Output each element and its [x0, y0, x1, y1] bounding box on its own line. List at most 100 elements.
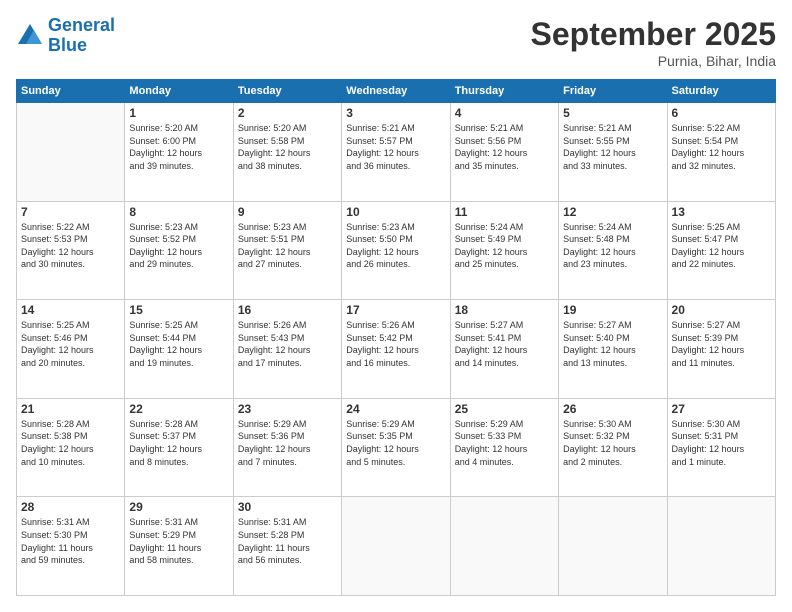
header: General Blue September 2025 Purnia, Biha…	[16, 16, 776, 69]
calendar-cell: 26 Sunrise: 5:30 AM Sunset: 5:32 PM Dayli…	[559, 398, 667, 497]
weekday-header: Tuesday	[233, 80, 341, 103]
calendar-cell	[450, 497, 558, 596]
calendar-cell: 2 Sunrise: 5:20 AM Sunset: 5:58 PM Daylig…	[233, 103, 341, 202]
calendar-cell: 28Sunrise: 5:31 AM Sunset: 5:30 PM Dayli…	[17, 497, 125, 596]
day-info: Sunrise: 5:27 AM Sunset: 5:39 PM Dayligh…	[672, 319, 771, 369]
day-number: 29	[129, 500, 228, 514]
logo-line2: Blue	[48, 35, 87, 55]
day-info: Sunrise: 5:24 AM Sunset: 5:49 PM Dayligh…	[455, 221, 554, 271]
weekday-header: Saturday	[667, 80, 775, 103]
calendar-cell: 22Sunrise: 5:28 AM Sunset: 5:37 PM Dayli…	[125, 398, 233, 497]
calendar-cell: 10 Sunrise: 5:23 AM Sunset: 5:50 PM Dayli…	[342, 201, 450, 300]
location: Purnia, Bihar, India	[531, 53, 776, 69]
day-info: Sunrise: 5:29 AM Sunset: 5:35 PM Dayligh…	[346, 418, 445, 468]
weekday-header: Thursday	[450, 80, 558, 103]
day-number: 7	[21, 205, 120, 219]
day-info: Sunrise: 5:30 AM Sunset: 5:32 PM Dayligh…	[563, 418, 662, 468]
calendar-cell	[559, 497, 667, 596]
calendar-cell: 7 Sunrise: 5:22 AM Sunset: 5:53 PM Daylig…	[17, 201, 125, 300]
day-number: 20	[672, 303, 771, 317]
day-number: 10	[346, 205, 445, 219]
calendar-cell: 24 Sunrise: 5:29 AM Sunset: 5:35 PM Dayli…	[342, 398, 450, 497]
day-info: Sunrise: 5:28 AM Sunset: 5:38 PM Dayligh…	[21, 418, 120, 468]
calendar-cell: 9 Sunrise: 5:23 AM Sunset: 5:51 PM Daylig…	[233, 201, 341, 300]
logo-icon	[16, 22, 44, 50]
day-number: 14	[21, 303, 120, 317]
day-info: Sunrise: 5:27 AM Sunset: 5:41 PM Dayligh…	[455, 319, 554, 369]
calendar-cell: 5 Sunrise: 5:21 AM Sunset: 5:55 PM Daylig…	[559, 103, 667, 202]
day-number: 21	[21, 402, 120, 416]
day-info: Sunrise: 5:20 AM Sunset: 5:58 PM Dayligh…	[238, 122, 337, 172]
day-info: Sunrise: 5:24 AM Sunset: 5:48 PM Dayligh…	[563, 221, 662, 271]
calendar-cell	[342, 497, 450, 596]
day-number: 19	[563, 303, 662, 317]
day-number: 24	[346, 402, 445, 416]
day-number: 23	[238, 402, 337, 416]
calendar-cell: 16Sunrise: 5:26 AM Sunset: 5:43 PM Dayli…	[233, 300, 341, 399]
weekday-header: Sunday	[17, 80, 125, 103]
calendar-header-row: SundayMondayTuesdayWednesdayThursdayFrid…	[17, 80, 776, 103]
day-number: 9	[238, 205, 337, 219]
calendar-cell: 6 Sunrise: 5:22 AM Sunset: 5:54 PM Daylig…	[667, 103, 775, 202]
page: General Blue September 2025 Purnia, Biha…	[0, 0, 792, 612]
day-info: Sunrise: 5:31 AM Sunset: 5:28 PM Dayligh…	[238, 516, 337, 566]
calendar-cell: 1 Sunrise: 5:20 AM Sunset: 6:00 PM Daylig…	[125, 103, 233, 202]
calendar-week-row: 7 Sunrise: 5:22 AM Sunset: 5:53 PM Daylig…	[17, 201, 776, 300]
day-number: 2	[238, 106, 337, 120]
day-number: 4	[455, 106, 554, 120]
calendar-cell: 29Sunrise: 5:31 AM Sunset: 5:29 PM Dayli…	[125, 497, 233, 596]
calendar-table: SundayMondayTuesdayWednesdayThursdayFrid…	[16, 79, 776, 596]
day-info: Sunrise: 5:22 AM Sunset: 5:54 PM Dayligh…	[672, 122, 771, 172]
calendar-week-row: 21 Sunrise: 5:28 AM Sunset: 5:38 PM Dayli…	[17, 398, 776, 497]
day-info: Sunrise: 5:25 AM Sunset: 5:47 PM Dayligh…	[672, 221, 771, 271]
calendar-cell: 17Sunrise: 5:26 AM Sunset: 5:42 PM Dayli…	[342, 300, 450, 399]
calendar-cell: 23Sunrise: 5:29 AM Sunset: 5:36 PM Dayli…	[233, 398, 341, 497]
day-info: Sunrise: 5:23 AM Sunset: 5:50 PM Dayligh…	[346, 221, 445, 271]
weekday-header: Friday	[559, 80, 667, 103]
calendar-cell: 3 Sunrise: 5:21 AM Sunset: 5:57 PM Daylig…	[342, 103, 450, 202]
day-info: Sunrise: 5:21 AM Sunset: 5:57 PM Dayligh…	[346, 122, 445, 172]
calendar-cell: 18Sunrise: 5:27 AM Sunset: 5:41 PM Dayli…	[450, 300, 558, 399]
day-info: Sunrise: 5:31 AM Sunset: 5:30 PM Dayligh…	[21, 516, 120, 566]
day-info: Sunrise: 5:30 AM Sunset: 5:31 PM Dayligh…	[672, 418, 771, 468]
day-number: 6	[672, 106, 771, 120]
calendar-cell: 27 Sunrise: 5:30 AM Sunset: 5:31 PM Dayli…	[667, 398, 775, 497]
month-title: September 2025	[531, 16, 776, 53]
day-number: 5	[563, 106, 662, 120]
day-info: Sunrise: 5:20 AM Sunset: 6:00 PM Dayligh…	[129, 122, 228, 172]
day-info: Sunrise: 5:25 AM Sunset: 5:44 PM Dayligh…	[129, 319, 228, 369]
weekday-header: Monday	[125, 80, 233, 103]
logo-line1: General	[48, 15, 115, 35]
calendar-week-row: 28Sunrise: 5:31 AM Sunset: 5:30 PM Dayli…	[17, 497, 776, 596]
day-number: 26	[563, 402, 662, 416]
day-number: 12	[563, 205, 662, 219]
day-number: 3	[346, 106, 445, 120]
title-block: September 2025 Purnia, Bihar, India	[531, 16, 776, 69]
day-number: 13	[672, 205, 771, 219]
calendar-cell: 8Sunrise: 5:23 AM Sunset: 5:52 PM Daylig…	[125, 201, 233, 300]
day-info: Sunrise: 5:23 AM Sunset: 5:51 PM Dayligh…	[238, 221, 337, 271]
weekday-header: Wednesday	[342, 80, 450, 103]
logo-text: General Blue	[48, 16, 115, 56]
calendar-week-row: 14 Sunrise: 5:25 AM Sunset: 5:46 PM Dayli…	[17, 300, 776, 399]
day-number: 15	[129, 303, 228, 317]
day-number: 17	[346, 303, 445, 317]
calendar-cell: 11Sunrise: 5:24 AM Sunset: 5:49 PM Dayli…	[450, 201, 558, 300]
day-number: 30	[238, 500, 337, 514]
calendar-cell	[17, 103, 125, 202]
calendar-cell: 14 Sunrise: 5:25 AM Sunset: 5:46 PM Dayli…	[17, 300, 125, 399]
day-info: Sunrise: 5:21 AM Sunset: 5:56 PM Dayligh…	[455, 122, 554, 172]
day-info: Sunrise: 5:21 AM Sunset: 5:55 PM Dayligh…	[563, 122, 662, 172]
calendar-cell: 25Sunrise: 5:29 AM Sunset: 5:33 PM Dayli…	[450, 398, 558, 497]
day-number: 1	[129, 106, 228, 120]
day-info: Sunrise: 5:25 AM Sunset: 5:46 PM Dayligh…	[21, 319, 120, 369]
day-info: Sunrise: 5:28 AM Sunset: 5:37 PM Dayligh…	[129, 418, 228, 468]
day-number: 8	[129, 205, 228, 219]
calendar-cell: 15 Sunrise: 5:25 AM Sunset: 5:44 PM Dayli…	[125, 300, 233, 399]
day-number: 16	[238, 303, 337, 317]
calendar-cell: 4 Sunrise: 5:21 AM Sunset: 5:56 PM Daylig…	[450, 103, 558, 202]
day-number: 27	[672, 402, 771, 416]
day-info: Sunrise: 5:22 AM Sunset: 5:53 PM Dayligh…	[21, 221, 120, 271]
calendar-cell: 12 Sunrise: 5:24 AM Sunset: 5:48 PM Dayli…	[559, 201, 667, 300]
calendar-cell: 30 Sunrise: 5:31 AM Sunset: 5:28 PM Dayli…	[233, 497, 341, 596]
